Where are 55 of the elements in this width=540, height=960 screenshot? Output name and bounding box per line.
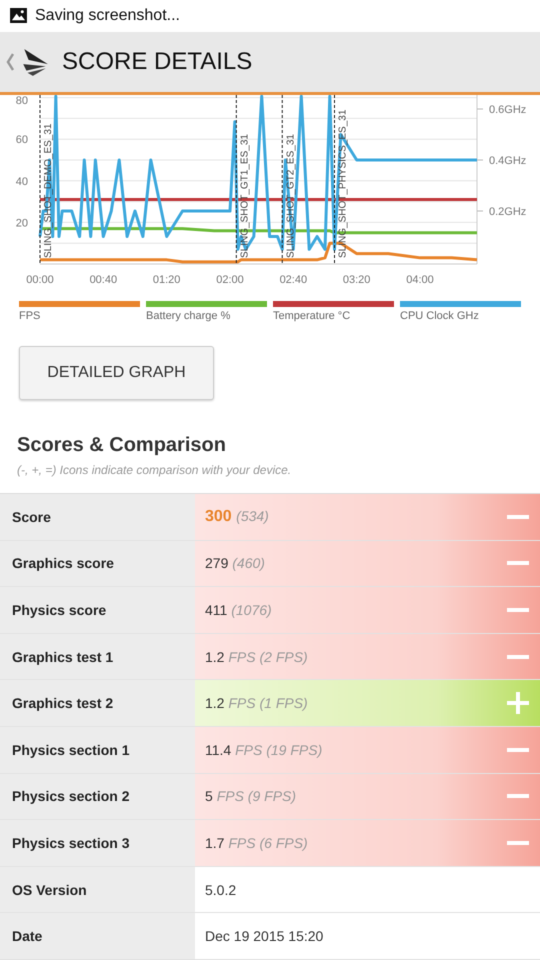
y-tick-label: 0.6GHz (489, 104, 526, 116)
minus-icon (507, 654, 529, 659)
image-icon (10, 8, 27, 24)
row-label: Physics section 2 (0, 774, 195, 820)
row-label: Date (0, 913, 195, 959)
value-cell: 411 (1076) (195, 587, 540, 633)
minus-icon (507, 794, 529, 798)
value-cell: 1.2 FPS (2 FPS) (195, 634, 540, 680)
x-tick-label: 01:20 (152, 274, 180, 286)
value-cell: 279 (460) (195, 540, 540, 586)
row-label: Graphics score (0, 540, 195, 586)
value-cell: 11.4 FPS (19 FPS) (195, 727, 540, 773)
marker-label: SLING_SHOT_GT2_ES_31 (285, 134, 296, 258)
legend-label: FPS (19, 310, 42, 322)
x-tick-label: 02:00 (216, 274, 244, 286)
x-tick-label: 03:20 (342, 274, 370, 286)
minus-icon (507, 748, 529, 752)
minus-icon (507, 561, 529, 566)
value-cell: 5 FPS (9 FPS) (195, 774, 540, 820)
y-tick-label: 80 (16, 95, 28, 108)
x-tick-label: 00:00 (26, 274, 54, 286)
back-icon[interactable] (6, 53, 14, 72)
x-tick-label: 04:00 (406, 274, 434, 286)
minus-icon (507, 841, 529, 846)
minus-icon (507, 608, 529, 612)
status-text: Saving screenshot... (35, 6, 180, 25)
legend-label: Temperature °C (273, 310, 352, 322)
detailed-graph-button[interactable]: DETAILED GRAPH (19, 346, 214, 400)
row-label: OS Version (0, 866, 195, 912)
marker-label: SLING_SHOT_PHYSICS_ES_31 (338, 110, 348, 258)
plus-icon (507, 692, 529, 714)
marker-label: SLING_SHOT_GT1_ES_31 (239, 134, 250, 258)
x-tick-label: 00:40 (90, 274, 118, 286)
y-tick-label: 0.4GHz (489, 155, 526, 168)
value-cell: 1.7 FPS (6 FPS) (195, 820, 540, 866)
row-label: Physics section 3 (0, 820, 195, 866)
row-label: Physics score (0, 587, 195, 633)
y-tick-label: 0.2GHz (489, 206, 526, 218)
y-tick-label: 40 (16, 176, 28, 188)
value-cell: 1.2 FPS (1 FPS) (195, 680, 540, 726)
legend-label: Battery charge % (146, 310, 232, 322)
row-label: Physics section 1 (0, 727, 195, 773)
minus-icon (507, 514, 529, 519)
y-tick-label: 60 (16, 134, 28, 146)
row-label: Graphics test 1 (0, 634, 195, 680)
marker-label: SLING_SHOT_DEMO_ES_31 (43, 124, 54, 258)
value-cell: 300 (534) (195, 494, 540, 540)
legend-label: CPU Clock GHz (400, 310, 480, 322)
row-label: Score (0, 494, 195, 540)
x-tick-label: 02:40 (280, 274, 308, 286)
section-subtitle: (-, +, =) Icons indicate comparison with your device. (17, 463, 292, 478)
y-tick-label: 20 (16, 217, 28, 230)
section-title: Scores & Comparison (17, 434, 227, 458)
page-title: SCORE DETAILS (62, 48, 252, 76)
row-label: Graphics test 2 (0, 680, 195, 726)
